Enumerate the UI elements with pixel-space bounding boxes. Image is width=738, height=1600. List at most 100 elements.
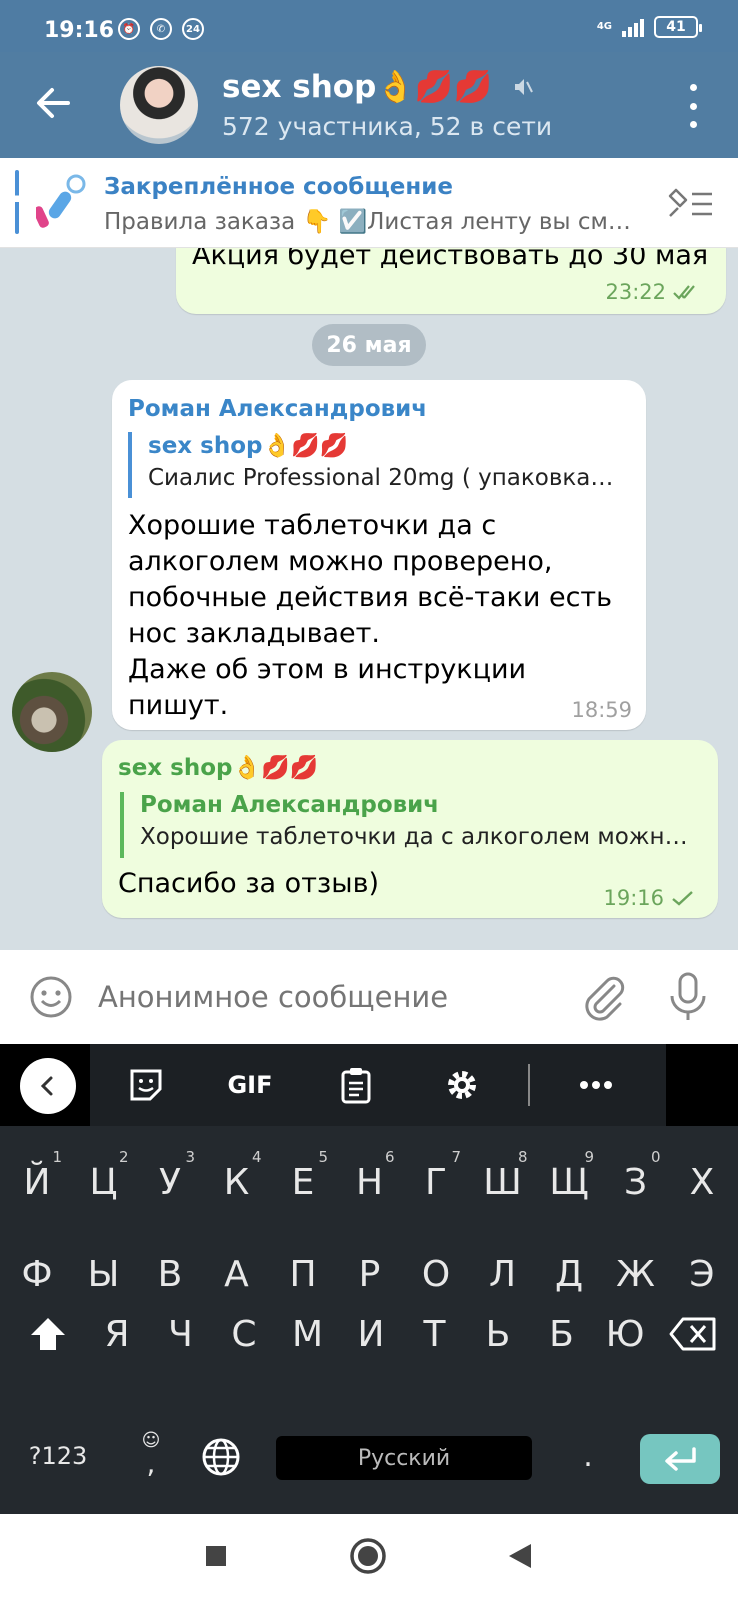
- message-input[interactable]: [98, 980, 538, 1014]
- enter-key[interactable]: [640, 1434, 720, 1484]
- key-hint: 5: [318, 1148, 328, 1166]
- date-separator: 26 мая: [312, 324, 426, 366]
- comma-label: ,: [146, 1447, 156, 1480]
- key-label: Ф: [21, 1253, 53, 1295]
- message-sender: Роман Александрович: [128, 396, 428, 422]
- attach-icon[interactable]: [580, 972, 628, 1022]
- sender-avatar[interactable]: [12, 672, 92, 752]
- status-time: 19:16: [44, 18, 115, 43]
- message-line: алкоголем можно проверено,: [128, 546, 553, 577]
- sticker-icon[interactable]: [124, 1062, 168, 1108]
- chevron-left-icon[interactable]: [20, 1058, 76, 1114]
- key-label: Э: [689, 1253, 715, 1295]
- key-label: Ж: [616, 1253, 655, 1295]
- reply-text: Сиалис Professional 20mg ( упаковка…: [148, 465, 614, 491]
- keyboard-toolbar: GIF: [0, 1044, 738, 1126]
- microphone-icon[interactable]: [666, 970, 710, 1024]
- key-hint: 8: [517, 1148, 528, 1166]
- space-bar[interactable]: Русский: [276, 1436, 532, 1480]
- message-time: 19:16: [603, 886, 696, 910]
- reply-author: sex shop👌💋💋: [148, 433, 349, 459]
- message-bubble-incoming[interactable]: Роман Александрович sex shop👌💋💋 Сиалис P…: [112, 380, 646, 730]
- key-hint: 1: [52, 1148, 62, 1166]
- pinned-thumbnail: [33, 170, 90, 234]
- key-label: И: [357, 1313, 385, 1355]
- chat-title: sex shop👌💋💋: [222, 69, 493, 105]
- key[interactable]: Б: [529, 1294, 595, 1374]
- message-bubble-outgoing[interactable]: Акция будет действовать до 30 мая 23:22: [176, 248, 726, 314]
- viber-icon: ✆: [150, 18, 172, 40]
- key[interactable]: К4: [204, 1142, 270, 1222]
- key[interactable]: Й1: [4, 1142, 70, 1222]
- message-line: побочные действия всё-таки есть: [128, 582, 613, 613]
- key[interactable]: Н6: [337, 1142, 403, 1222]
- key-hint: 4: [251, 1148, 262, 1166]
- shift-key[interactable]: [20, 1294, 76, 1374]
- key-hint: 2: [118, 1148, 129, 1166]
- network-type: 4G: [596, 21, 612, 32]
- key[interactable]: Ь: [465, 1294, 531, 1374]
- pinned-list-icon[interactable]: [666, 186, 716, 222]
- key[interactable]: Ю: [592, 1294, 658, 1374]
- signal-icon: [622, 17, 644, 37]
- symbols-key[interactable]: ?123: [20, 1428, 96, 1484]
- backspace-key[interactable]: [662, 1294, 724, 1374]
- clipboard-icon[interactable]: [334, 1062, 378, 1108]
- chat-messages[interactable]: Акция будет действовать до 30 мая 23:22 …: [0, 248, 738, 950]
- message-composer: [0, 950, 738, 1044]
- more-menu-icon[interactable]: [678, 84, 708, 128]
- key[interactable]: С: [211, 1294, 277, 1374]
- key[interactable]: Ц2: [71, 1142, 137, 1222]
- key-label: В: [157, 1253, 183, 1295]
- key[interactable]: Х: [669, 1142, 735, 1222]
- back-icon[interactable]: [500, 1536, 540, 1576]
- alarm-icon: ⏰: [118, 18, 140, 40]
- key[interactable]: З0: [603, 1142, 669, 1222]
- chat-title-row[interactable]: sex shop👌💋💋: [222, 68, 534, 105]
- check-icon: [672, 891, 693, 906]
- message-sender: sex shop👌💋💋: [118, 755, 319, 781]
- chat-avatar[interactable]: [120, 66, 198, 144]
- key-label: Х: [689, 1161, 715, 1203]
- key[interactable]: Я: [84, 1294, 150, 1374]
- key[interactable]: Г7: [403, 1142, 469, 1222]
- key[interactable]: Ч: [148, 1294, 214, 1374]
- gif-button[interactable]: GIF: [222, 1062, 278, 1108]
- key[interactable]: И: [338, 1294, 404, 1374]
- key[interactable]: Т: [402, 1294, 468, 1374]
- pinned-message-bar[interactable]: Закреплённое сообщение Правила заказа 👇 …: [0, 158, 738, 248]
- key[interactable]: Ш8: [470, 1142, 536, 1222]
- reply-preview[interactable]: sex shop👌💋💋 Сиалис Professional 20mg ( у…: [128, 432, 628, 498]
- more-options-icon[interactable]: [574, 1062, 618, 1108]
- emoji-comma-key[interactable]: ☺ ,: [128, 1422, 174, 1488]
- key-hint: 9: [584, 1148, 594, 1166]
- message-bubble-outgoing[interactable]: sex shop👌💋💋 Роман Александрович Хорошие …: [102, 740, 718, 918]
- key-label: М: [291, 1313, 324, 1355]
- period-key[interactable]: .: [564, 1428, 612, 1484]
- home-icon[interactable]: [348, 1536, 388, 1576]
- back-arrow-icon[interactable]: [28, 78, 78, 128]
- message-text: Хорошие таблеточки да с алкоголем можно …: [128, 508, 612, 724]
- key-label: Е: [291, 1161, 315, 1203]
- pinned-indicator: [15, 170, 19, 234]
- key-hint: 3: [185, 1148, 195, 1166]
- key-label: Й: [23, 1161, 51, 1203]
- settings-gear-icon[interactable]: [440, 1062, 484, 1108]
- enter-arrow-icon: [665, 1447, 696, 1471]
- key[interactable]: Е5: [270, 1142, 336, 1222]
- key-hint: 6: [384, 1148, 395, 1166]
- language-globe-icon[interactable]: [196, 1432, 246, 1482]
- message-line: нос закладывает.: [128, 618, 380, 649]
- pinned-text: Правила заказа 👇 ☑️Листая ленту вы см…: [104, 209, 631, 235]
- reply-preview[interactable]: Роман Александрович Хорошие таблеточки д…: [120, 792, 700, 858]
- key-label: Л: [488, 1253, 517, 1295]
- key[interactable]: Щ9: [536, 1142, 602, 1222]
- key-label: П: [289, 1253, 317, 1295]
- emoji-icon[interactable]: [28, 974, 74, 1020]
- status-right: 4G 41: [596, 16, 702, 38]
- key-label: Н: [355, 1161, 384, 1203]
- key[interactable]: У3: [137, 1142, 203, 1222]
- recent-apps-icon[interactable]: [196, 1536, 236, 1576]
- key[interactable]: М: [275, 1294, 341, 1374]
- message-timestamp: 18:59: [571, 698, 632, 722]
